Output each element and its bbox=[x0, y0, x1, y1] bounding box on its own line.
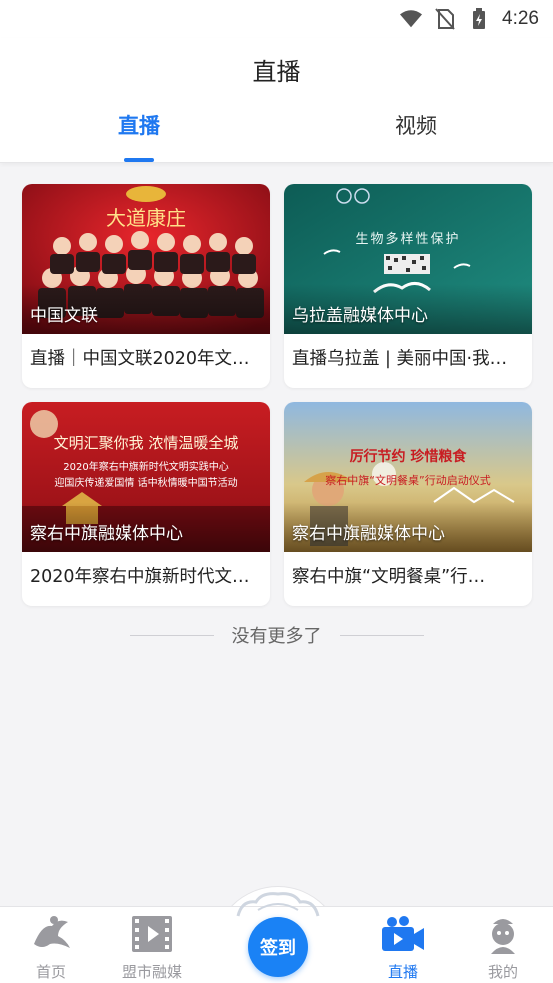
card-title: 2020年察右中旗新时代文… bbox=[30, 567, 250, 587]
card-thumbnail: 大道康庄 中国文联 bbox=[22, 184, 270, 334]
poster-subline: 察右中旗“文明餐桌”行动启动仪式 bbox=[325, 474, 491, 487]
tab-video[interactable]: 视频 bbox=[356, 110, 476, 140]
card-thumbnail: 厉行节约 珍惜粮食 察右中旗“文明餐桌”行动启动仪式 察右中旗融媒体中心 bbox=[284, 402, 532, 552]
poster-headline: 文明汇聚你我 浓情温暖全城 bbox=[53, 434, 239, 452]
home-dancer-icon bbox=[28, 913, 74, 955]
live-card[interactable]: 生物多样性保护 乌拉盖融媒体中心 直播乌拉盖 | 美丽中国·我… bbox=[284, 184, 532, 388]
card-title: 察右中旗“文明餐桌”行… bbox=[292, 567, 486, 587]
nav-label: 首页 bbox=[35, 963, 66, 981]
live-card[interactable]: 文明汇聚你我 浓情温暖全城 2020年察右中旗新时代文明实践中心 迎国庆传递爱国… bbox=[22, 402, 270, 606]
end-of-list: 没有更多了 bbox=[0, 620, 553, 650]
poster-headline: 生物多样性保护 bbox=[355, 232, 461, 247]
poster-headline: 厉行节约 珍惜粮食 bbox=[349, 449, 467, 465]
card-title: 直播乌拉盖 | 美丽中国·我… bbox=[292, 349, 508, 369]
tab-live[interactable]: 直播 bbox=[79, 110, 199, 140]
tab-bar: 直播 视频 bbox=[0, 110, 553, 162]
live-card[interactable]: 厉行节约 珍惜粮食 察右中旗“文明餐桌”行动启动仪式 察右中旗融媒体中心 察右中… bbox=[284, 402, 532, 606]
poster-subline: 2020年察右中旗新时代文明实践中心 bbox=[63, 462, 229, 473]
card-source: 察右中旗融媒体中心 bbox=[30, 524, 183, 544]
poster-subline: 迎国庆传递爱国情 话中秋情暖中国节活动 bbox=[54, 478, 238, 489]
status-bar: 4:26 bbox=[0, 0, 553, 38]
no-more-text: 没有更多了 bbox=[231, 626, 322, 647]
nav-label: 盟市融媒 bbox=[121, 963, 182, 981]
no-sim-icon bbox=[434, 8, 456, 30]
nav-item-league-media[interactable]: 盟市融媒 bbox=[112, 913, 192, 983]
top-header: 直播 直播 视频 bbox=[0, 38, 553, 163]
profile-mascot-icon bbox=[480, 913, 526, 955]
divider bbox=[129, 634, 214, 636]
nav-item-home[interactable]: 首页 bbox=[11, 913, 91, 983]
active-tab-indicator bbox=[124, 158, 154, 162]
card-thumbnail: 生物多样性保护 乌拉盖融媒体中心 bbox=[284, 184, 532, 334]
nav-item-mine[interactable]: 我的 bbox=[463, 913, 543, 983]
page-title: 直播 bbox=[252, 58, 301, 86]
card-source: 察右中旗融媒体中心 bbox=[292, 524, 445, 544]
card-source: 中国文联 bbox=[30, 306, 98, 326]
checkin-ornament-icon bbox=[236, 892, 320, 917]
divider bbox=[339, 634, 424, 636]
video-camera-icon bbox=[380, 913, 426, 955]
live-card[interactable]: 大道康庄 中国文联 直播｜中国文联2020年文… bbox=[22, 184, 270, 388]
clock-time: 4:26 bbox=[502, 8, 539, 29]
checkin-button[interactable]: 签到 bbox=[248, 917, 308, 977]
wifi-icon bbox=[400, 8, 423, 30]
battery-charging-icon bbox=[468, 8, 490, 30]
film-play-icon bbox=[129, 913, 175, 955]
card-thumbnail: 文明汇聚你我 浓情温暖全城 2020年察右中旗新时代文明实践中心 迎国庆传递爱国… bbox=[22, 402, 270, 552]
poster-headline: 大道康庄 bbox=[106, 206, 186, 230]
card-title: 直播｜中国文联2020年文… bbox=[30, 349, 250, 369]
nav-label: 直播 bbox=[387, 963, 418, 981]
card-source: 乌拉盖融媒体中心 bbox=[292, 306, 428, 326]
nav-item-live[interactable]: 直播 bbox=[363, 913, 443, 983]
nav-label: 我的 bbox=[487, 963, 518, 981]
